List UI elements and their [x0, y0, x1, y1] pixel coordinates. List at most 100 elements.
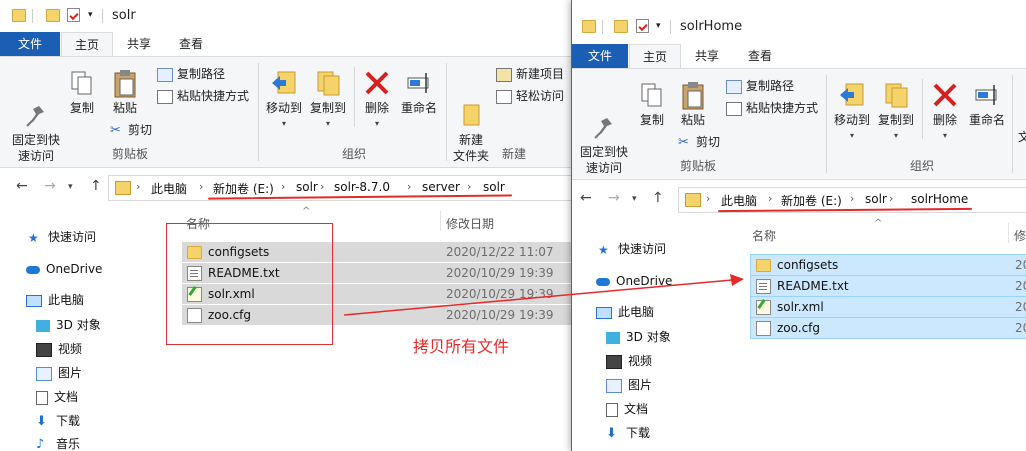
properties-quick-icon[interactable]	[67, 8, 80, 22]
breadcrumb-server[interactable]: server	[422, 180, 460, 194]
column-header-date[interactable]: 修改日期	[446, 215, 494, 232]
new-folder-quick-icon[interactable]	[614, 20, 628, 33]
nav-pictures[interactable]: 图片	[606, 376, 652, 394]
breadcrumb-this-pc[interactable]: 此电脑	[151, 180, 187, 197]
folder-icon	[756, 259, 771, 272]
move-to-button[interactable]: 移动到 ▾	[264, 69, 304, 132]
nav-3d-objects[interactable]: 3D 对象	[606, 328, 671, 346]
back-arrow-icon[interactable]: ←	[580, 190, 592, 206]
customize-quick-access-chevron-icon[interactable]: ▾	[656, 21, 670, 35]
recent-locations-chevron-icon[interactable]: ▾	[68, 182, 73, 192]
pin-label: 固定到快 速访问	[11, 133, 60, 163]
nav-downloads[interactable]: ⬇ 下载	[36, 412, 80, 430]
breadcrumb-solrhome-current[interactable]: solrHome	[911, 192, 968, 206]
copy-path-icon	[157, 67, 173, 82]
pin-icon	[590, 97, 618, 139]
delete-label: 删除	[932, 113, 957, 127]
paste-shortcut-button[interactable]: 粘贴快捷方式	[157, 87, 249, 105]
breadcrumb-this-pc[interactable]: 此电脑	[721, 192, 757, 209]
copy-to-button[interactable]: 复制到 ▾	[874, 81, 918, 144]
file-row-configsets[interactable]: configsets 20	[750, 254, 1026, 276]
breadcrumb-chevron-icon: ›	[199, 180, 204, 193]
file-row-zoo-cfg[interactable]: zoo.cfg 20	[750, 317, 1026, 339]
forward-arrow-icon[interactable]: →	[608, 190, 620, 206]
chevron-down-icon: ▾	[893, 131, 898, 140]
customize-quick-access-chevron-icon[interactable]: ▾	[88, 10, 102, 24]
rename-button[interactable]: 重命名	[966, 81, 1008, 128]
nav-onedrive[interactable]: OneDrive	[596, 272, 672, 290]
copy-button[interactable]: 复制	[634, 81, 670, 128]
up-arrow-icon[interactable]: ↑	[652, 190, 664, 206]
breadcrumb-solr-8-7-0[interactable]: solr-8.7.0	[334, 180, 390, 194]
paste-shortcut-button[interactable]: 粘贴快捷方式	[726, 99, 818, 117]
nav-onedrive[interactable]: OneDrive	[26, 260, 102, 278]
nav-quick-access[interactable]: ★ 快速访问	[598, 240, 666, 258]
nav-pictures[interactable]: 图片	[36, 364, 82, 382]
file-row-readme[interactable]: README.txt 20	[750, 275, 1026, 297]
nav-videos[interactable]: 视频	[36, 340, 82, 358]
breadcrumb-drive-e[interactable]: 新加卷 (E:)	[781, 192, 842, 209]
rename-button[interactable]: 重命名	[398, 69, 440, 116]
new-item-button[interactable]: 新建项目	[496, 65, 564, 83]
nav-this-pc[interactable]: 此电脑	[26, 291, 84, 309]
tab-share[interactable]: 共享	[682, 44, 732, 68]
paste-label: 粘贴	[680, 113, 705, 127]
nav-documents[interactable]: 文档	[606, 400, 648, 418]
pin-quick-access-button[interactable]: 固定到快 速访问	[10, 69, 62, 164]
chevron-down-icon: ▾	[325, 119, 330, 128]
tab-view[interactable]: 查看	[166, 32, 216, 56]
cut-button[interactable]: ✂ 剪切	[678, 133, 720, 151]
nav-documents[interactable]: 文档	[36, 388, 78, 406]
column-header-date[interactable]: 修	[1014, 227, 1026, 244]
forward-arrow-icon[interactable]: →	[44, 178, 56, 194]
breadcrumb-solr[interactable]: solr	[865, 192, 887, 206]
tab-share[interactable]: 共享	[114, 32, 164, 56]
folder-icon	[12, 9, 26, 22]
pin-quick-access-button[interactable]: 固定到快 速访问	[578, 81, 630, 176]
divider	[1012, 75, 1013, 173]
nav-this-pc[interactable]: 此电脑	[596, 303, 654, 321]
move-to-button[interactable]: 移动到 ▾	[832, 81, 872, 144]
tab-view[interactable]: 查看	[735, 44, 785, 68]
nav-quick-access[interactable]: ★ 快速访问	[28, 228, 96, 246]
nav-downloads[interactable]: ⬇ 下载	[606, 424, 650, 442]
copy-to-icon	[882, 81, 910, 109]
new-folder-button-cutoff[interactable]: 文	[1018, 129, 1026, 145]
rename-icon	[405, 69, 433, 97]
nav-videos[interactable]: 视频	[606, 352, 652, 370]
recent-locations-chevron-icon[interactable]: ▾	[632, 194, 637, 204]
copy-button[interactable]: 复制	[64, 69, 100, 116]
group-organize-label: 组织	[341, 147, 366, 161]
tab-home[interactable]: 主页	[61, 32, 113, 56]
breadcrumb-solr-current[interactable]: solr	[483, 180, 505, 194]
folder-icon	[115, 181, 131, 195]
easy-access-label: 轻松访问	[516, 89, 565, 103]
paste-button[interactable]: 粘贴	[104, 69, 146, 116]
cut-button[interactable]: ✂ 剪切	[110, 121, 152, 139]
tab-home[interactable]: 主页	[629, 44, 681, 68]
paste-button[interactable]: 粘贴	[672, 81, 714, 128]
tab-file[interactable]: 文件	[0, 32, 60, 56]
breadcrumb-solr[interactable]: solr	[296, 180, 318, 194]
easy-access-button[interactable]: 轻松访问	[496, 87, 564, 105]
nav-3d-objects[interactable]: 3D 对象	[36, 316, 101, 334]
tab-file[interactable]: 文件	[572, 44, 628, 68]
delete-button[interactable]: 删除 ▾	[927, 81, 963, 144]
column-header-name[interactable]: 名称	[752, 227, 776, 244]
copy-to-button[interactable]: 复制到 ▾	[306, 69, 350, 132]
divider	[102, 9, 103, 23]
copy-path-button[interactable]: 复制路径	[157, 65, 225, 83]
delete-button[interactable]: 删除 ▾	[359, 69, 395, 132]
divider	[446, 63, 447, 161]
file-row-solr-xml[interactable]: solr.xml 20	[750, 296, 1026, 318]
copy-path-button[interactable]: 复制路径	[726, 77, 794, 95]
back-arrow-icon[interactable]: ←	[16, 178, 28, 194]
new-folder-quick-icon[interactable]	[46, 9, 60, 22]
up-arrow-icon[interactable]: ↑	[90, 178, 102, 194]
nav-music[interactable]: ♪ 音乐	[36, 435, 80, 451]
properties-quick-icon[interactable]	[636, 19, 649, 33]
breadcrumb-chevron-icon: ›	[467, 180, 472, 193]
ribbon-tabs: 文件 主页 共享 查看	[572, 44, 1026, 68]
move-to-icon	[270, 69, 298, 97]
breadcrumb-drive-e[interactable]: 新加卷 (E:)	[213, 180, 274, 197]
